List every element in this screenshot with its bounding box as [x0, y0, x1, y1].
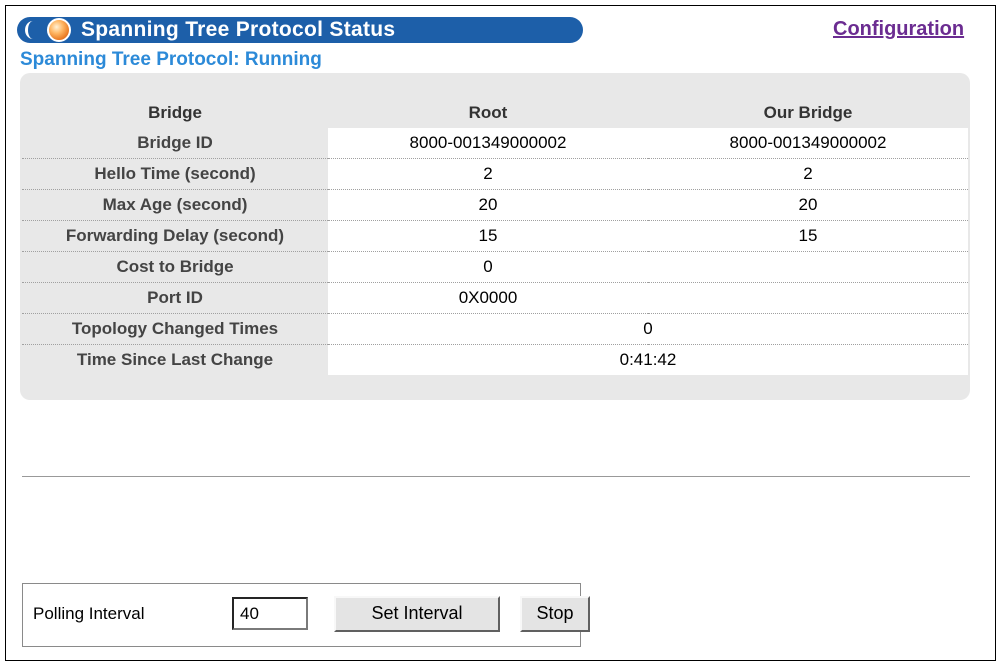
- table-row: Forwarding Delay (second) 15 15: [22, 220, 968, 252]
- root-value: 20: [328, 189, 648, 221]
- polling-interval-label: Polling Interval: [33, 604, 145, 623]
- row-label: Hello Time (second): [22, 158, 328, 190]
- column-header-bridge: Bridge: [148, 103, 202, 122]
- row-label: Forwarding Delay (second): [22, 220, 328, 252]
- divider: [22, 476, 970, 477]
- table-row: Cost to Bridge 0: [22, 251, 968, 283]
- polling-interval-input[interactable]: [232, 597, 308, 630]
- our-bridge-value: 8000-001349000002: [648, 128, 968, 159]
- table-row: Max Age (second) 20 20: [22, 189, 968, 221]
- root-value: 2: [328, 158, 648, 190]
- table-row: Bridge ID 8000-001349000002 8000-0013490…: [22, 128, 968, 159]
- row-label: Cost to Bridge: [22, 251, 328, 283]
- row-label: Time Since Last Change: [76, 350, 274, 369]
- title-bar-cap: [25, 21, 41, 39]
- stop-button[interactable]: Stop: [520, 596, 590, 632]
- root-value: 0X0000: [328, 282, 648, 314]
- column-header-our-bridge: Our Bridge: [763, 103, 853, 122]
- table-row: Time Since Last Change 0:41:42: [22, 344, 968, 375]
- row-label: Port ID: [22, 282, 328, 314]
- root-value: 15: [328, 220, 648, 252]
- row-label: Max Age (second): [22, 189, 328, 221]
- row-label: Topology Changed Times: [22, 313, 328, 345]
- our-bridge-value: [648, 251, 968, 283]
- table-row: Port ID 0X0000: [22, 282, 968, 314]
- root-value: 0: [328, 251, 648, 283]
- set-interval-button[interactable]: Set Interval: [334, 596, 500, 632]
- status-table: Bridge Root Our Bridge Bridge ID 8000-00…: [22, 98, 968, 375]
- page-title: Spanning Tree Protocol Status: [81, 18, 396, 41]
- merged-value: 0: [328, 313, 968, 345]
- our-bridge-value: 15: [648, 220, 968, 252]
- protocol-status: Spanning Tree Protocol: Running: [20, 49, 322, 70]
- our-bridge-value: 2: [648, 158, 968, 190]
- row-label: Bridge ID: [22, 128, 328, 159]
- title-bar: Spanning Tree Protocol Status: [17, 17, 583, 43]
- root-value: 8000-001349000002: [328, 128, 648, 159]
- merged-value: 0:41:42: [328, 344, 968, 375]
- configuration-link[interactable]: Configuration: [833, 18, 964, 41]
- our-bridge-value: 20: [648, 189, 968, 221]
- our-bridge-value: [648, 282, 968, 314]
- table-row: Hello Time (second) 2 2: [22, 158, 968, 190]
- column-header-root: Root: [468, 103, 508, 122]
- table-header-row: Bridge Root Our Bridge: [22, 98, 968, 128]
- orb-icon: [47, 18, 71, 42]
- table-row: Topology Changed Times 0: [22, 313, 968, 345]
